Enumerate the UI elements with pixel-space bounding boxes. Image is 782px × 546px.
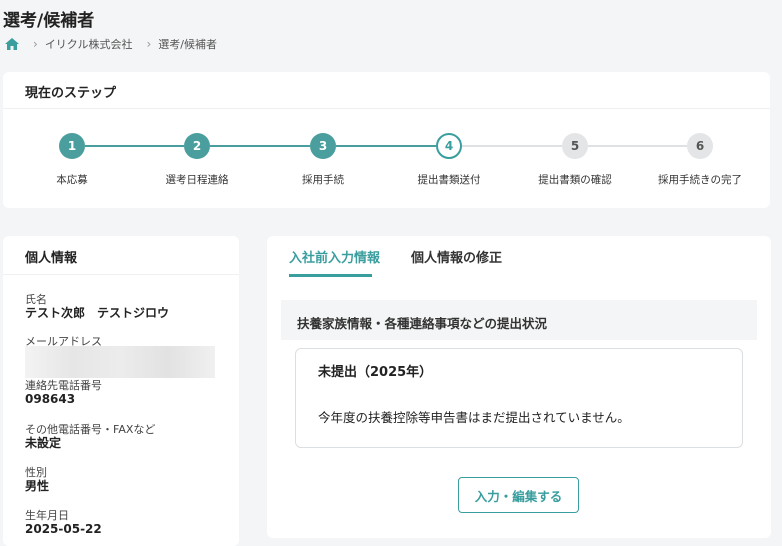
- field-label: 氏名: [25, 293, 47, 306]
- field-value: 098643: [25, 392, 76, 406]
- field-label: 性別: [25, 466, 47, 479]
- redacted-email-value: [25, 346, 215, 378]
- breadcrumb-item-current: 選考/候補者: [158, 38, 218, 51]
- field-value: 2025-05-22: [25, 522, 102, 536]
- breadcrumb-separator-icon: ›: [146, 37, 152, 51]
- field-gender: 性別 男性: [25, 466, 49, 493]
- tab-pre-entry-info[interactable]: 入社前入力情報: [289, 247, 380, 266]
- field-birthdate: 生年月日 2025-05-22: [25, 509, 102, 536]
- edit-button[interactable]: 入力・編集する: [458, 477, 579, 513]
- divider: [3, 274, 239, 275]
- step-label-2: 選考日程連絡: [165, 174, 229, 186]
- status-box: 未提出（2025年） 今年度の扶養控除等申告書はまだ提出されていません。: [295, 348, 743, 448]
- breadcrumb-separator-icon: ›: [33, 37, 38, 51]
- step-circle-1: 1: [59, 133, 85, 159]
- personal-info-title: 個人情報: [25, 251, 78, 266]
- field-other-phone: その他電話番号・FAXなど 未設定: [25, 423, 155, 450]
- home-icon[interactable]: [5, 38, 19, 50]
- step-connector-line: [336, 145, 436, 147]
- status-message: 今年度の扶養控除等申告書はまだ提出されていません。: [318, 410, 630, 425]
- section-header: 扶養家族情報・各種連絡事項などの提出状況: [281, 300, 757, 340]
- status-title: 未提出（2025年）: [318, 365, 433, 380]
- step-label-4: 提出書類送付: [417, 174, 481, 186]
- field-value: 未設定: [25, 436, 62, 450]
- page-title: 選考/候補者: [3, 11, 95, 31]
- step-circle-5: 5: [562, 133, 588, 159]
- field-label: その他電話番号・FAXなど: [25, 423, 156, 436]
- step-connector-line: [210, 145, 310, 147]
- field-phone: 連絡先電話番号 098643: [25, 379, 102, 406]
- step-label-6: 採用手続きの完了: [658, 174, 742, 186]
- step-label-3: 採用手続: [302, 174, 344, 186]
- field-value: 男性: [25, 479, 50, 493]
- step-circle-3: 3: [310, 133, 336, 159]
- tab-personal-info-edit[interactable]: 個人情報の修正: [411, 247, 502, 266]
- step-progress: 1 本応募 2 選考日程連絡 3 採用手続 4 提出書類送付 5 提出書類の確認 6 採用手続きの完了: [3, 72, 770, 208]
- field-value: テスト次郎 テストジロウ: [25, 306, 170, 320]
- step-connector-line: [462, 145, 562, 147]
- current-step-card: 現在のステップ 1 本応募 2 選考日程連絡 3 採用手続 4 提出書類送付 5 提出書類の確認 6…: [3, 72, 770, 208]
- step-circle-6: 6: [687, 133, 713, 159]
- breadcrumb: › イリクル株式会社 › 選考/候補者: [5, 36, 217, 52]
- step-connector-line: [588, 145, 687, 147]
- main-card: 入社前入力情報 個人情報の修正 扶養家族情報・各種連絡事項などの提出状況 未提出…: [267, 236, 771, 538]
- step-label-5: 提出書類の確認: [538, 174, 612, 186]
- step-connector-line: [85, 145, 184, 147]
- step-label-1: 本応募: [56, 174, 88, 186]
- field-name: 氏名 テスト次郎 テストジロウ: [25, 293, 169, 320]
- tab-active-underline: [289, 274, 372, 277]
- breadcrumb-item-company[interactable]: イリクル株式会社: [45, 36, 133, 52]
- field-label: 生年月日: [25, 509, 69, 522]
- personal-info-card: 個人情報 氏名 テスト次郎 テストジロウ メールアドレス 連絡先電話番号 098…: [3, 236, 239, 546]
- step-circle-4: 4: [436, 133, 462, 159]
- field-label: 連絡先電話番号: [25, 379, 102, 392]
- step-circle-2: 2: [184, 133, 210, 159]
